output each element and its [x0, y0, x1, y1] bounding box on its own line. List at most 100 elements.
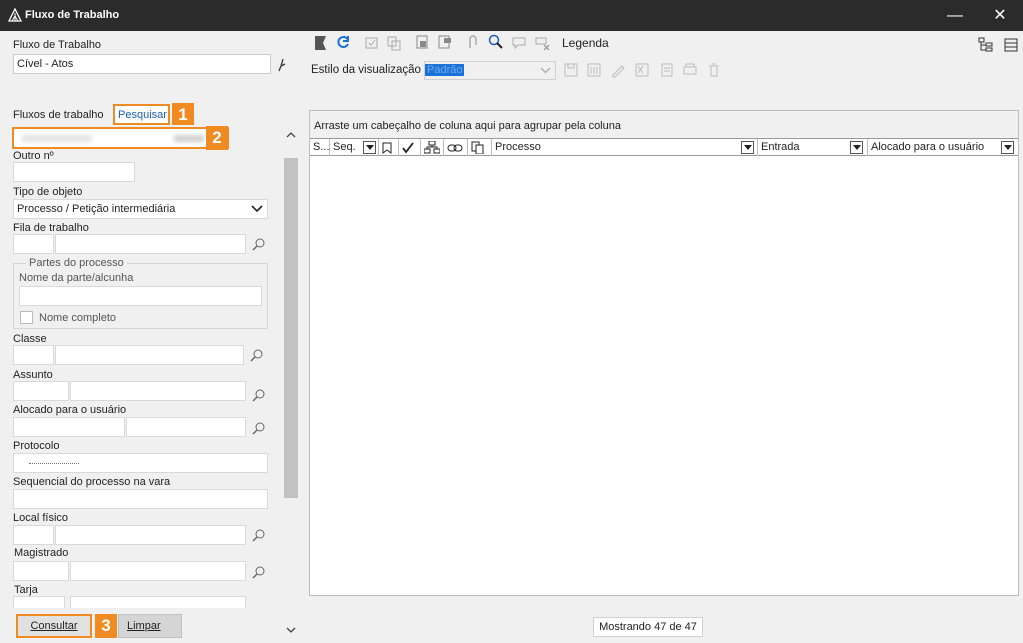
scrollbar-thumb[interactable] — [284, 158, 298, 498]
partes-label: Partes do processo — [26, 257, 127, 269]
search-icon[interactable] — [252, 237, 266, 251]
minimize-button[interactable]: — — [932, 0, 978, 31]
col-alocado-filter-icon[interactable] — [1001, 141, 1014, 154]
comment-icon[interactable] — [511, 35, 527, 51]
local-code-input[interactable] — [13, 525, 54, 545]
assunto-code-input[interactable] — [13, 381, 69, 401]
nome-completo-checkbox[interactable] — [20, 311, 33, 324]
col-entrada-filter-icon[interactable] — [850, 141, 863, 154]
col-tree[interactable] — [421, 139, 444, 156]
group-panel[interactable]: Arraste um cabeçalho de coluna aqui para… — [310, 111, 1018, 138]
col-processo[interactable]: Processo — [492, 139, 758, 156]
chevron-down-icon[interactable] — [286, 627, 296, 633]
protocolo-input[interactable] — [13, 453, 268, 473]
search-icon[interactable] — [252, 388, 266, 402]
search-icon[interactable] — [250, 348, 264, 362]
save-all-icon[interactable] — [586, 62, 602, 78]
assign-icon[interactable] — [364, 35, 380, 51]
unlock-doc-icon[interactable] — [437, 34, 453, 50]
layout-icon[interactable] — [1003, 37, 1019, 53]
classe-code-input[interactable] — [13, 345, 54, 365]
search-icon[interactable] — [252, 421, 266, 435]
workflow-select[interactable]: Cível - Atos — [13, 54, 271, 74]
tipo-select[interactable]: Processo / Petição intermediária — [13, 199, 268, 219]
check-icon — [402, 142, 414, 154]
legenda-button[interactable]: Legenda — [562, 36, 609, 50]
lock-doc-icon[interactable] — [414, 34, 430, 50]
document-icon[interactable] — [659, 62, 675, 78]
consultar-label: Consultar — [30, 620, 78, 632]
tarja-name-input[interactable] — [70, 596, 246, 608]
save-icon[interactable] — [563, 62, 579, 78]
col-seq-filter-icon[interactable] — [363, 141, 376, 154]
step-badge-2: 2 — [206, 126, 228, 150]
col-entrada[interactable]: Entrada — [758, 139, 868, 156]
redacted-text — [29, 463, 79, 466]
group-hint: Arraste um cabeçalho de coluna aqui para… — [314, 120, 621, 132]
workflow-label: Fluxo de Trabalho — [13, 39, 102, 51]
col-alocado[interactable]: Alocado para o usuário — [868, 139, 1018, 156]
magistrado-name-input[interactable] — [70, 561, 246, 581]
nome-parte-input[interactable] — [19, 286, 262, 306]
search-icon[interactable] — [252, 528, 266, 542]
fila-code-input[interactable] — [13, 234, 54, 254]
col-bookmark[interactable] — [379, 139, 399, 156]
tree-view-icon[interactable] — [978, 37, 994, 53]
title-bar: Fluxo de Trabalho — ✕ — [0, 0, 1023, 31]
local-name-input[interactable] — [55, 525, 246, 545]
step-badge-1: 1 — [172, 103, 194, 127]
limpar-label: Limpar — [127, 620, 161, 632]
nome-parte-label: Nome da parte/alcunha — [19, 272, 134, 284]
window-title: Fluxo de Trabalho — [25, 9, 120, 21]
search-icon[interactable] — [252, 565, 266, 579]
assunto-name-input[interactable] — [70, 381, 246, 401]
col-alocado-label: Alocado para o usuário — [871, 141, 985, 153]
process-number-input[interactable] — [12, 127, 229, 149]
col-status[interactable]: S... — [310, 139, 330, 156]
comment-delete-icon[interactable] — [534, 35, 550, 51]
tarja-code-input[interactable] — [13, 596, 65, 608]
hierarchy-icon — [423, 140, 441, 154]
classe-name-input[interactable] — [55, 345, 244, 365]
magistrado-code-input[interactable] — [13, 561, 69, 581]
print-icon[interactable] — [682, 62, 698, 78]
alocado-name-input[interactable] — [126, 417, 246, 437]
consultar-button[interactable]: Consultar — [16, 614, 92, 638]
tipo-label: Tipo de objeto — [13, 186, 83, 198]
grid-header: S... Seq. Processo Entrada Alocado para … — [310, 138, 1018, 156]
excel-icon[interactable] — [634, 62, 650, 78]
estilo-select[interactable]: Padrão — [424, 61, 556, 80]
search-doc-icon[interactable] — [487, 33, 503, 49]
assunto-label: Assunto — [13, 369, 53, 381]
edit-icon[interactable] — [610, 62, 626, 78]
col-processo-filter-icon[interactable] — [741, 141, 754, 154]
col-link[interactable] — [444, 139, 468, 156]
col-docs[interactable] — [468, 139, 492, 156]
trash-icon[interactable] — [706, 62, 722, 78]
pin-icon[interactable] — [277, 58, 287, 72]
fila-name-input[interactable] — [55, 234, 246, 254]
outro-label: Outro nº — [13, 150, 54, 162]
tab-pesquisar-label: Pesquisar — [118, 109, 167, 121]
col-seq[interactable]: Seq. — [330, 139, 379, 156]
tab-pesquisar[interactable]: Pesquisar — [113, 104, 170, 125]
redacted-text — [22, 135, 92, 142]
col-processo-label: Processo — [495, 141, 541, 153]
fila-label: Fila de trabalho — [13, 222, 89, 234]
flag-icon[interactable] — [313, 35, 329, 51]
outro-input[interactable] — [13, 162, 135, 182]
limpar-button[interactable]: Limpar — [118, 614, 182, 638]
col-check[interactable] — [399, 139, 421, 156]
redacted-text-2 — [174, 135, 204, 142]
search-panel-scrollbar[interactable] — [283, 125, 299, 641]
close-button[interactable]: ✕ — [977, 0, 1023, 31]
alocado-code-input[interactable] — [13, 417, 125, 437]
app-logo-icon — [8, 8, 22, 22]
attach-icon[interactable] — [465, 34, 481, 50]
sequencial-input[interactable] — [13, 489, 268, 509]
tab-fluxos[interactable]: Fluxos de trabalho — [13, 109, 104, 121]
copy-icon[interactable] — [386, 35, 402, 51]
estilo-value: Padrão — [425, 64, 465, 76]
chevron-up-icon[interactable] — [286, 132, 296, 138]
refresh-icon[interactable] — [335, 34, 351, 50]
